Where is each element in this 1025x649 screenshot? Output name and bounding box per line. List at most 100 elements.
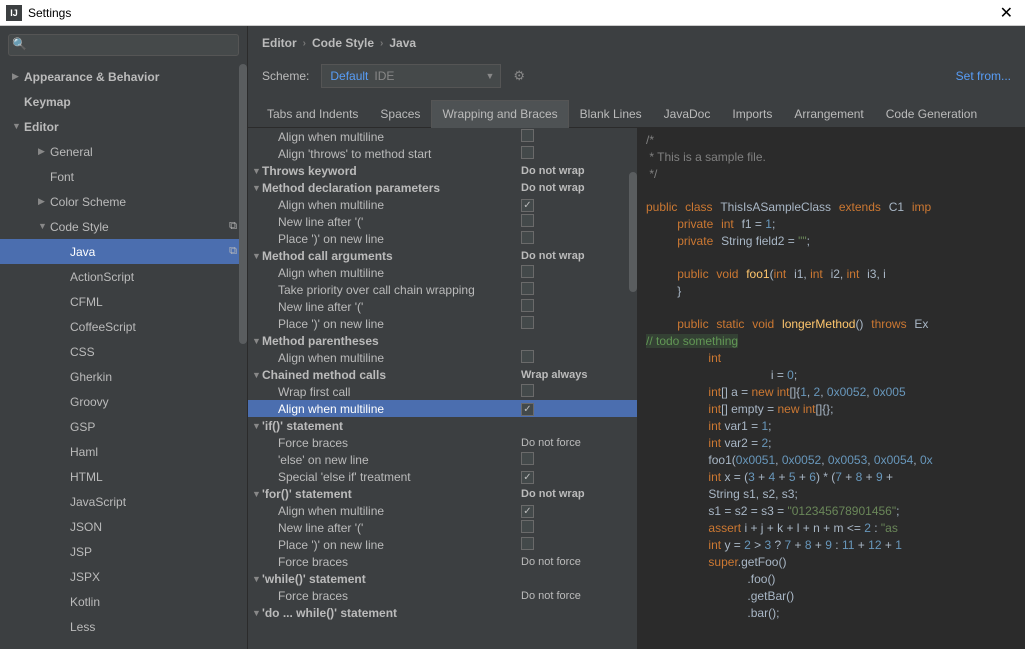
option-row[interactable]: Place ')' on new line xyxy=(248,536,637,553)
option-row[interactable]: Align 'throws' to method start xyxy=(248,145,637,162)
option-value[interactable]: Wrap always xyxy=(517,369,627,381)
option-checkbox[interactable] xyxy=(517,537,627,553)
option-checkbox[interactable] xyxy=(517,282,627,298)
option-checkbox[interactable] xyxy=(517,452,627,468)
option-row[interactable]: Force bracesDo not force xyxy=(248,553,637,570)
tree-item-cfml[interactable]: CFML⧉ xyxy=(0,289,247,314)
option-value[interactable]: Do not wrap xyxy=(517,250,627,262)
option-label: Take priority over call chain wrapping xyxy=(278,283,517,297)
option-row[interactable]: 'if()' statement xyxy=(248,417,637,434)
option-row[interactable]: Method call argumentsDo not wrap xyxy=(248,247,637,264)
option-row[interactable]: Chained method callsWrap always xyxy=(248,366,637,383)
tree-item-json[interactable]: JSON⧉ xyxy=(0,514,247,539)
option-row[interactable]: New line after '(' xyxy=(248,298,637,315)
option-checkbox[interactable] xyxy=(517,316,627,332)
tree-item-kotlin[interactable]: Kotlin⧉ xyxy=(0,589,247,614)
option-row[interactable]: 'for()' statementDo not wrap xyxy=(248,485,637,502)
gear-icon[interactable]: ⚙ xyxy=(513,68,525,84)
tree-item-javascript[interactable]: JavaScript⧉ xyxy=(0,489,247,514)
tree-item-actionscript[interactable]: ActionScript⧉ xyxy=(0,264,247,289)
collapse-icon xyxy=(252,489,262,499)
option-row[interactable]: New line after '(' xyxy=(248,519,637,536)
tab-tabs-and-indents[interactable]: Tabs and Indents xyxy=(256,100,369,128)
sidebar: 🔍 Appearance & Behavior⧉Keymap⧉Editor⧉Ge… xyxy=(0,26,248,649)
option-checkbox[interactable] xyxy=(517,350,627,366)
tree-item-java[interactable]: Java⧉ xyxy=(0,239,247,264)
tree-item-groovy[interactable]: Groovy⧉ xyxy=(0,389,247,414)
option-label: Place ')' on new line xyxy=(278,538,517,552)
tree-item-keymap[interactable]: Keymap⧉ xyxy=(0,89,247,114)
tree-arrow-icon xyxy=(12,71,24,82)
tree-item-jspx[interactable]: JSPX⧉ xyxy=(0,564,247,589)
option-value[interactable]: Do not wrap xyxy=(517,488,627,500)
option-label: Align when multiline xyxy=(278,198,517,212)
option-checkbox[interactable] xyxy=(517,129,627,145)
tree-item-haml[interactable]: Haml⧉ xyxy=(0,439,247,464)
option-label: Align when multiline xyxy=(278,504,517,518)
option-checkbox[interactable] xyxy=(517,214,627,230)
tree-item-editor[interactable]: Editor⧉ xyxy=(0,114,247,139)
tab-arrangement[interactable]: Arrangement xyxy=(783,100,874,128)
option-row[interactable]: Align when multiline✓ xyxy=(248,502,637,519)
tree-item-appearance-behavior[interactable]: Appearance & Behavior⧉ xyxy=(0,64,247,89)
tab-javadoc[interactable]: JavaDoc xyxy=(653,100,722,128)
tree-item-code-style[interactable]: Code Style⧉ xyxy=(0,214,247,239)
tree-item-html[interactable]: HTML⧉ xyxy=(0,464,247,489)
tree-item-coffeescript[interactable]: CoffeeScript⧉ xyxy=(0,314,247,339)
scheme-dropdown[interactable]: Default IDE ▼ xyxy=(321,64,501,88)
tree-item-css[interactable]: CSS⧉ xyxy=(0,339,247,364)
option-checkbox[interactable] xyxy=(517,265,627,281)
option-value[interactable]: Do not force xyxy=(517,556,627,568)
tree-item-font[interactable]: Font⧉ xyxy=(0,164,247,189)
tree-item-color-scheme[interactable]: Color Scheme⧉ xyxy=(0,189,247,214)
option-row[interactable]: Place ')' on new line xyxy=(248,315,637,332)
option-checkbox[interactable] xyxy=(517,231,627,247)
option-row[interactable]: Place ')' on new line xyxy=(248,230,637,247)
tree-item-gsp[interactable]: GSP⧉ xyxy=(0,414,247,439)
tree-item-gherkin[interactable]: Gherkin⧉ xyxy=(0,364,247,389)
option-checkbox[interactable] xyxy=(517,146,627,162)
options-scrollbar[interactable] xyxy=(629,172,637,292)
tab-spaces[interactable]: Spaces xyxy=(369,100,431,128)
tab-wrapping-and-braces[interactable]: Wrapping and Braces xyxy=(431,100,568,128)
option-row[interactable]: Method declaration parametersDo not wrap xyxy=(248,179,637,196)
tree-item-less[interactable]: Less⧉ xyxy=(0,614,247,639)
option-row[interactable]: New line after '(' xyxy=(248,213,637,230)
option-row[interactable]: Force bracesDo not force xyxy=(248,434,637,451)
option-row[interactable]: Throws keywordDo not wrap xyxy=(248,162,637,179)
option-row[interactable]: Force bracesDo not force xyxy=(248,587,637,604)
tree-item-jsp[interactable]: JSP⧉ xyxy=(0,539,247,564)
option-row[interactable]: Take priority over call chain wrapping xyxy=(248,281,637,298)
option-row[interactable]: Align when multiline xyxy=(248,349,637,366)
sidebar-scrollbar[interactable] xyxy=(239,64,247,344)
option-value[interactable]: Do not wrap xyxy=(517,165,627,177)
tree-item-general[interactable]: General⧉ xyxy=(0,139,247,164)
option-row[interactable]: 'else' on new line xyxy=(248,451,637,468)
option-value[interactable]: Do not force xyxy=(517,590,627,602)
option-row[interactable]: Align when multiline xyxy=(248,128,637,145)
option-row[interactable]: Wrap first call xyxy=(248,383,637,400)
option-checkbox[interactable] xyxy=(517,520,627,536)
tab-code-generation[interactable]: Code Generation xyxy=(875,100,988,128)
option-row[interactable]: 'while()' statement xyxy=(248,570,637,587)
option-value[interactable]: Do not force xyxy=(517,437,627,449)
option-label: 'if()' statement xyxy=(262,419,517,433)
option-row[interactable]: 'do ... while()' statement xyxy=(248,604,637,621)
option-checkbox[interactable]: ✓ xyxy=(517,401,627,416)
option-row[interactable]: Method parentheses xyxy=(248,332,637,349)
option-row[interactable]: Special 'else if' treatment✓ xyxy=(248,468,637,485)
tab-imports[interactable]: Imports xyxy=(721,100,783,128)
option-checkbox[interactable]: ✓ xyxy=(517,503,627,518)
option-checkbox[interactable]: ✓ xyxy=(517,469,627,484)
option-checkbox[interactable]: ✓ xyxy=(517,197,627,212)
tab-blank-lines[interactable]: Blank Lines xyxy=(569,100,653,128)
search-input[interactable] xyxy=(8,34,239,56)
option-row[interactable]: Align when multiline✓ xyxy=(248,400,637,417)
close-icon[interactable]: ✕ xyxy=(994,3,1019,23)
option-checkbox[interactable] xyxy=(517,299,627,315)
option-row[interactable]: Align when multiline✓ xyxy=(248,196,637,213)
set-from-link[interactable]: Set from... xyxy=(956,69,1011,83)
option-checkbox[interactable] xyxy=(517,384,627,400)
option-row[interactable]: Align when multiline xyxy=(248,264,637,281)
option-value[interactable]: Do not wrap xyxy=(517,182,627,194)
